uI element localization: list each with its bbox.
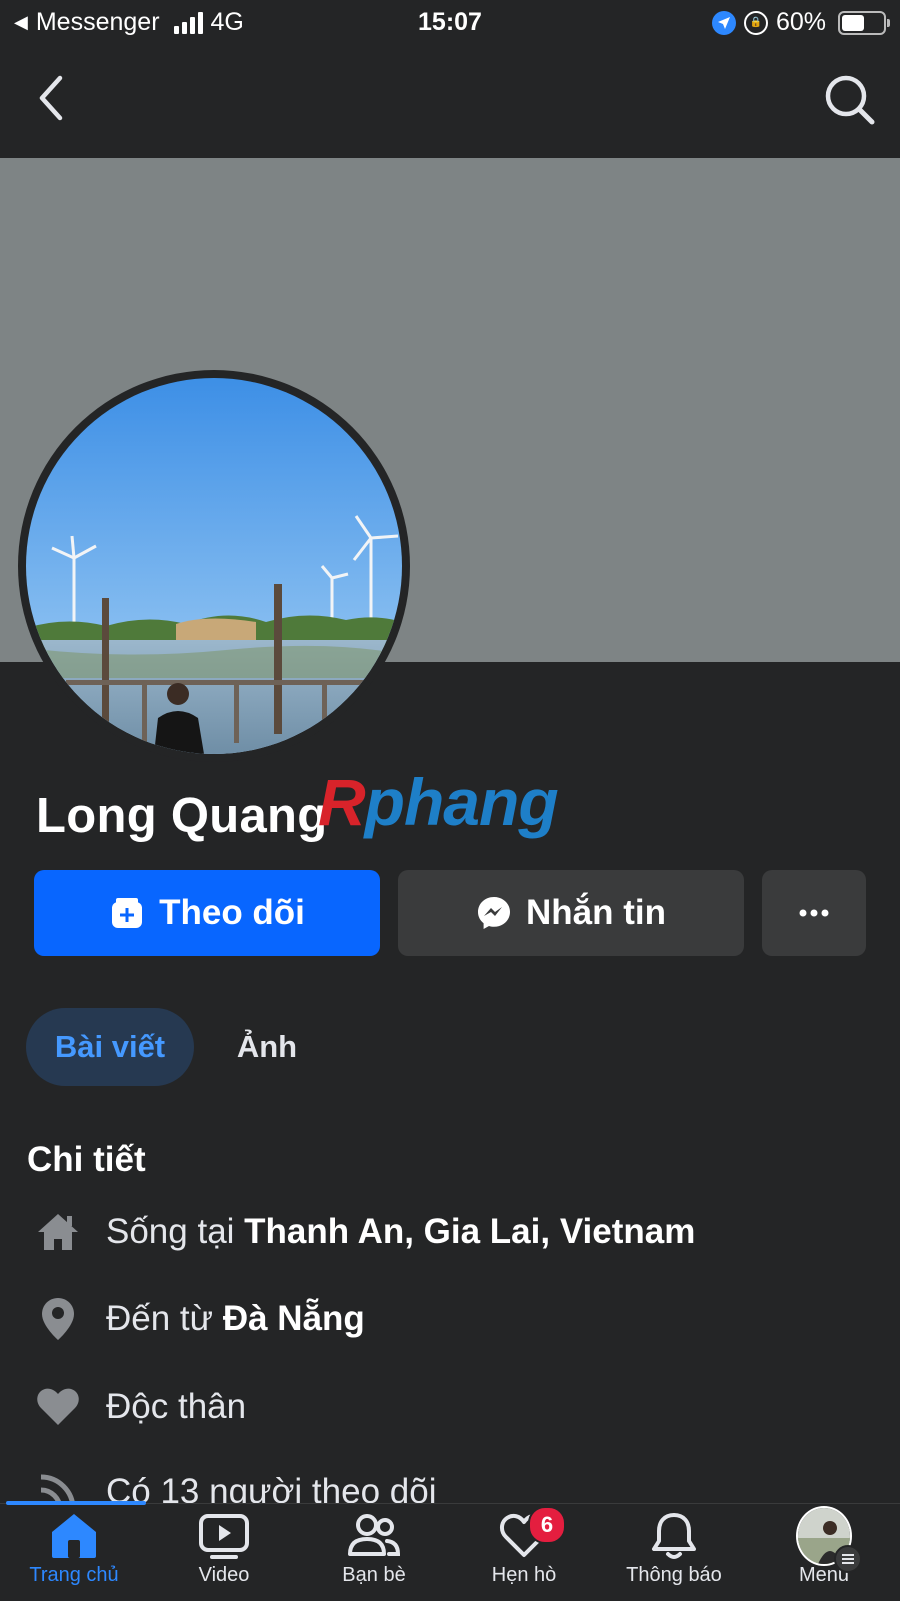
message-button[interactable]: Nhắn tin	[398, 870, 744, 956]
nav-friends-label: Bạn bè	[342, 1564, 406, 1586]
dating-badge: 6	[528, 1506, 566, 1544]
from-prefix: Đến từ	[106, 1299, 223, 1338]
nav-video[interactable]: Video	[149, 1510, 299, 1587]
more-dots-icon	[798, 908, 830, 918]
nav-notifications-label: Thông báo	[626, 1564, 722, 1586]
more-options-button[interactable]	[762, 870, 866, 956]
home-icon	[34, 1208, 82, 1256]
nav-friends[interactable]: Bạn bè	[299, 1510, 449, 1587]
status-right: 🔒 60%	[711, 8, 890, 37]
detail-relationship: Độc thân	[34, 1377, 246, 1437]
messenger-icon	[476, 895, 512, 931]
relationship-text: Độc thân	[106, 1387, 247, 1426]
lives-prefix: Sống tại	[106, 1212, 245, 1251]
from-place[interactable]: Đà Nẵng	[223, 1299, 365, 1339]
location-icon	[711, 10, 736, 35]
nav-notifications[interactable]: Thông báo	[599, 1510, 749, 1587]
menu-hamburger-icon	[834, 1545, 862, 1573]
watermark-logo: Rphang	[318, 765, 559, 839]
back-arrow-icon[interactable]	[30, 70, 80, 126]
profile-header	[0, 46, 900, 158]
tab-photos[interactable]: Ảnh	[212, 1008, 322, 1086]
follow-button[interactable]: Theo dõi	[34, 870, 380, 956]
nav-menu[interactable]: Menu	[749, 1506, 899, 1587]
detail-lives-in: Sống tại Thanh An, Gia Lai, Vietnam	[34, 1202, 695, 1262]
details-title: Chi tiết	[27, 1140, 146, 1179]
friends-icon	[346, 1510, 402, 1562]
tab-posts[interactable]: Bài viết	[26, 1008, 194, 1086]
nav-home[interactable]: Trang chủ	[0, 1510, 149, 1587]
home-icon	[46, 1510, 102, 1562]
follow-icon	[109, 895, 145, 931]
status-bar: ◀ Messenger 4G 15:07 🔒 60%	[0, 0, 900, 46]
search-icon[interactable]	[822, 72, 878, 128]
profile-picture[interactable]	[18, 370, 410, 762]
active-tab-indicator	[6, 1501, 146, 1505]
location-pin-icon	[34, 1295, 82, 1343]
detail-from: Đến từ Đà Nẵng	[34, 1289, 365, 1349]
message-label: Nhắn tin	[526, 893, 666, 932]
nav-dating[interactable]: 6 Hẹn hò	[449, 1506, 599, 1587]
nav-home-label: Trang chủ	[29, 1564, 119, 1586]
follow-label: Theo dõi	[159, 893, 305, 932]
battery-icon	[838, 10, 890, 35]
profile-name: Long Quang	[36, 789, 328, 843]
nav-video-label: Video	[198, 1564, 250, 1586]
rotation-lock-icon: 🔒	[743, 10, 768, 35]
dating-icon: 6	[496, 1506, 566, 1562]
battery-percent: 60%	[775, 8, 826, 36]
lives-place[interactable]: Thanh An, Gia Lai, Vietnam	[244, 1212, 695, 1252]
nav-dating-label: Hẹn hò	[491, 1564, 557, 1586]
bell-icon	[646, 1510, 702, 1562]
video-icon	[196, 1510, 252, 1562]
heart-icon	[34, 1383, 82, 1431]
